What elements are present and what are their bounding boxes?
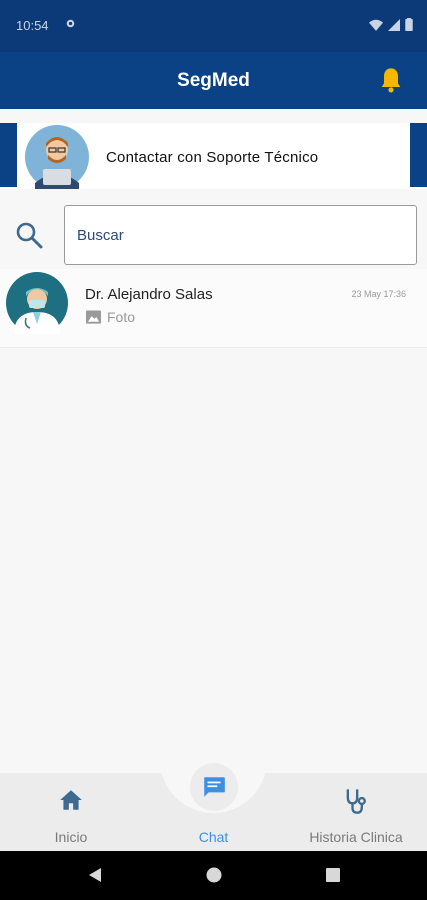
home-button-icon[interactable] xyxy=(205,866,223,884)
battery-icon xyxy=(405,18,413,31)
signal-icon xyxy=(388,18,400,31)
support-label: Contactar con Soporte Técnico xyxy=(106,149,319,166)
chat-fab[interactable] xyxy=(190,763,238,811)
search-icon xyxy=(16,222,43,249)
status-icons xyxy=(369,18,413,31)
chat-list-item[interactable]: Dr. Alejandro Salas 23 May 17:36 Foto xyxy=(0,269,427,348)
nav-item-chat[interactable]: Chat xyxy=(142,763,285,851)
system-navigation-bar xyxy=(0,851,427,900)
bottom-navigation: Inicio Chat Historia Clinica xyxy=(0,753,427,851)
doctor-avatar xyxy=(6,272,68,334)
image-icon xyxy=(86,310,101,324)
nav-label-historia-clinica: Historia Clinica xyxy=(309,829,403,845)
status-bar: 10:54 xyxy=(0,0,427,52)
support-card[interactable]: Contactar con Soporte Técnico xyxy=(0,123,427,189)
chat-preview: Foto xyxy=(86,309,135,325)
search-input[interactable] xyxy=(64,205,417,265)
wifi-icon xyxy=(369,19,383,31)
back-icon[interactable] xyxy=(86,866,104,884)
chat-icon xyxy=(204,777,225,797)
chat-preview-text: Foto xyxy=(107,309,136,325)
support-agent-avatar xyxy=(25,125,89,189)
home-icon xyxy=(60,790,82,810)
nav-item-historia-clinica[interactable]: Historia Clinica xyxy=(285,773,427,851)
app-title: SegMed xyxy=(177,70,250,91)
nav-label-chat: Chat xyxy=(198,829,229,845)
recents-icon[interactable] xyxy=(324,866,342,884)
app-bar: SegMed xyxy=(0,52,427,109)
nav-item-inicio[interactable]: Inicio xyxy=(0,773,142,851)
stethoscope-icon xyxy=(346,789,366,814)
nav-label-inicio: Inicio xyxy=(54,829,88,845)
support-card-edge-right xyxy=(410,123,427,187)
chat-contact-name: Dr. Alejandro Salas xyxy=(85,286,213,303)
notification-bell-icon[interactable] xyxy=(377,66,405,94)
support-card-edge-left xyxy=(0,123,17,187)
settings-gear-icon xyxy=(66,19,75,28)
status-time: 10:54 xyxy=(16,18,49,33)
chat-timestamp: 23 May 17:36 xyxy=(351,289,406,299)
